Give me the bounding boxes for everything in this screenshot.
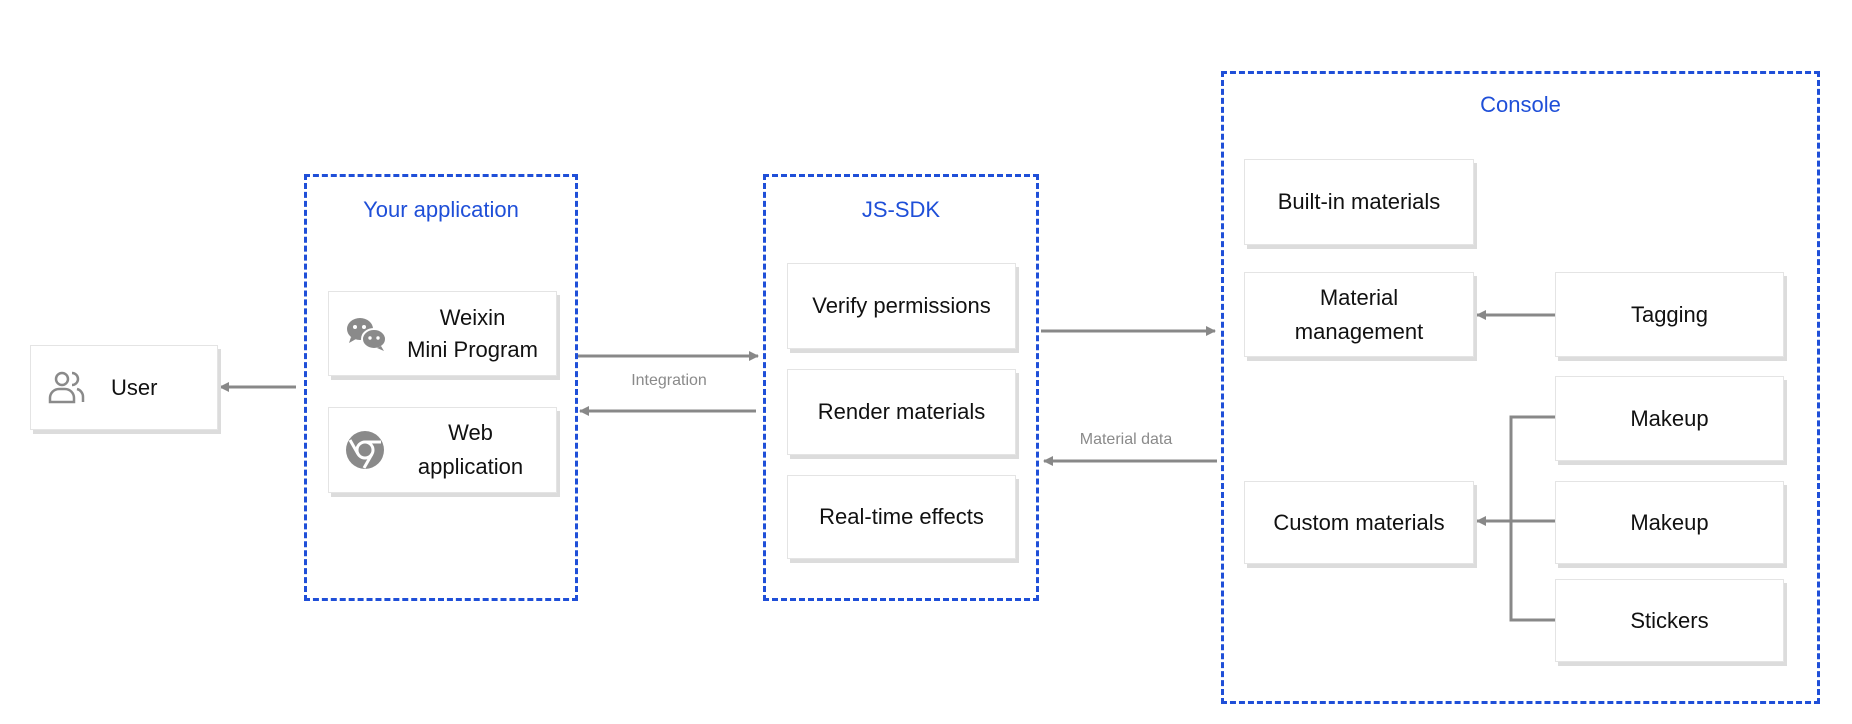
label-line: Mini Program [407,336,538,362]
group-title: Console [1480,92,1561,117]
user-node: User [30,345,218,430]
node-web-application: Web application [328,407,557,493]
wechat-icon [347,317,387,351]
label-line: Material [1319,284,1399,310]
node-weixin-mini-program: Weixin Mini Program [328,291,557,376]
architecture-diagram: Integration Material data User Your appl… [0,0,1852,724]
node-custom-materials: Custom materials [1244,481,1474,564]
node-stickers: Stickers [1555,579,1784,662]
group-your-application: Your application [304,174,578,601]
node-real-time-effects: Real-time effects [787,475,1016,559]
user-label: User [111,374,158,400]
edge-label-integration: Integration [631,372,707,389]
chrome-icon [346,431,384,469]
node-makeup: Makeup [1555,481,1784,564]
label-line: management [1294,318,1424,344]
node-render-materials: Render materials [787,369,1016,455]
node-verify-permissions: Verify permissions [787,263,1016,349]
edge-label-material-data: Material data [1079,431,1173,448]
label-line: Weixin [439,304,506,330]
label-line: Web [448,420,493,445]
group-title: JS-SDK [861,197,941,222]
users-icon [48,371,85,403]
node-makeup: Makeup [1555,376,1784,461]
node-tagging: Tagging [1555,272,1784,357]
label-line: application [417,454,524,479]
node-built-in-materials: Built-in materials [1244,159,1474,245]
group-title: Your application [363,197,519,222]
node-material-management: Material management [1244,272,1474,357]
